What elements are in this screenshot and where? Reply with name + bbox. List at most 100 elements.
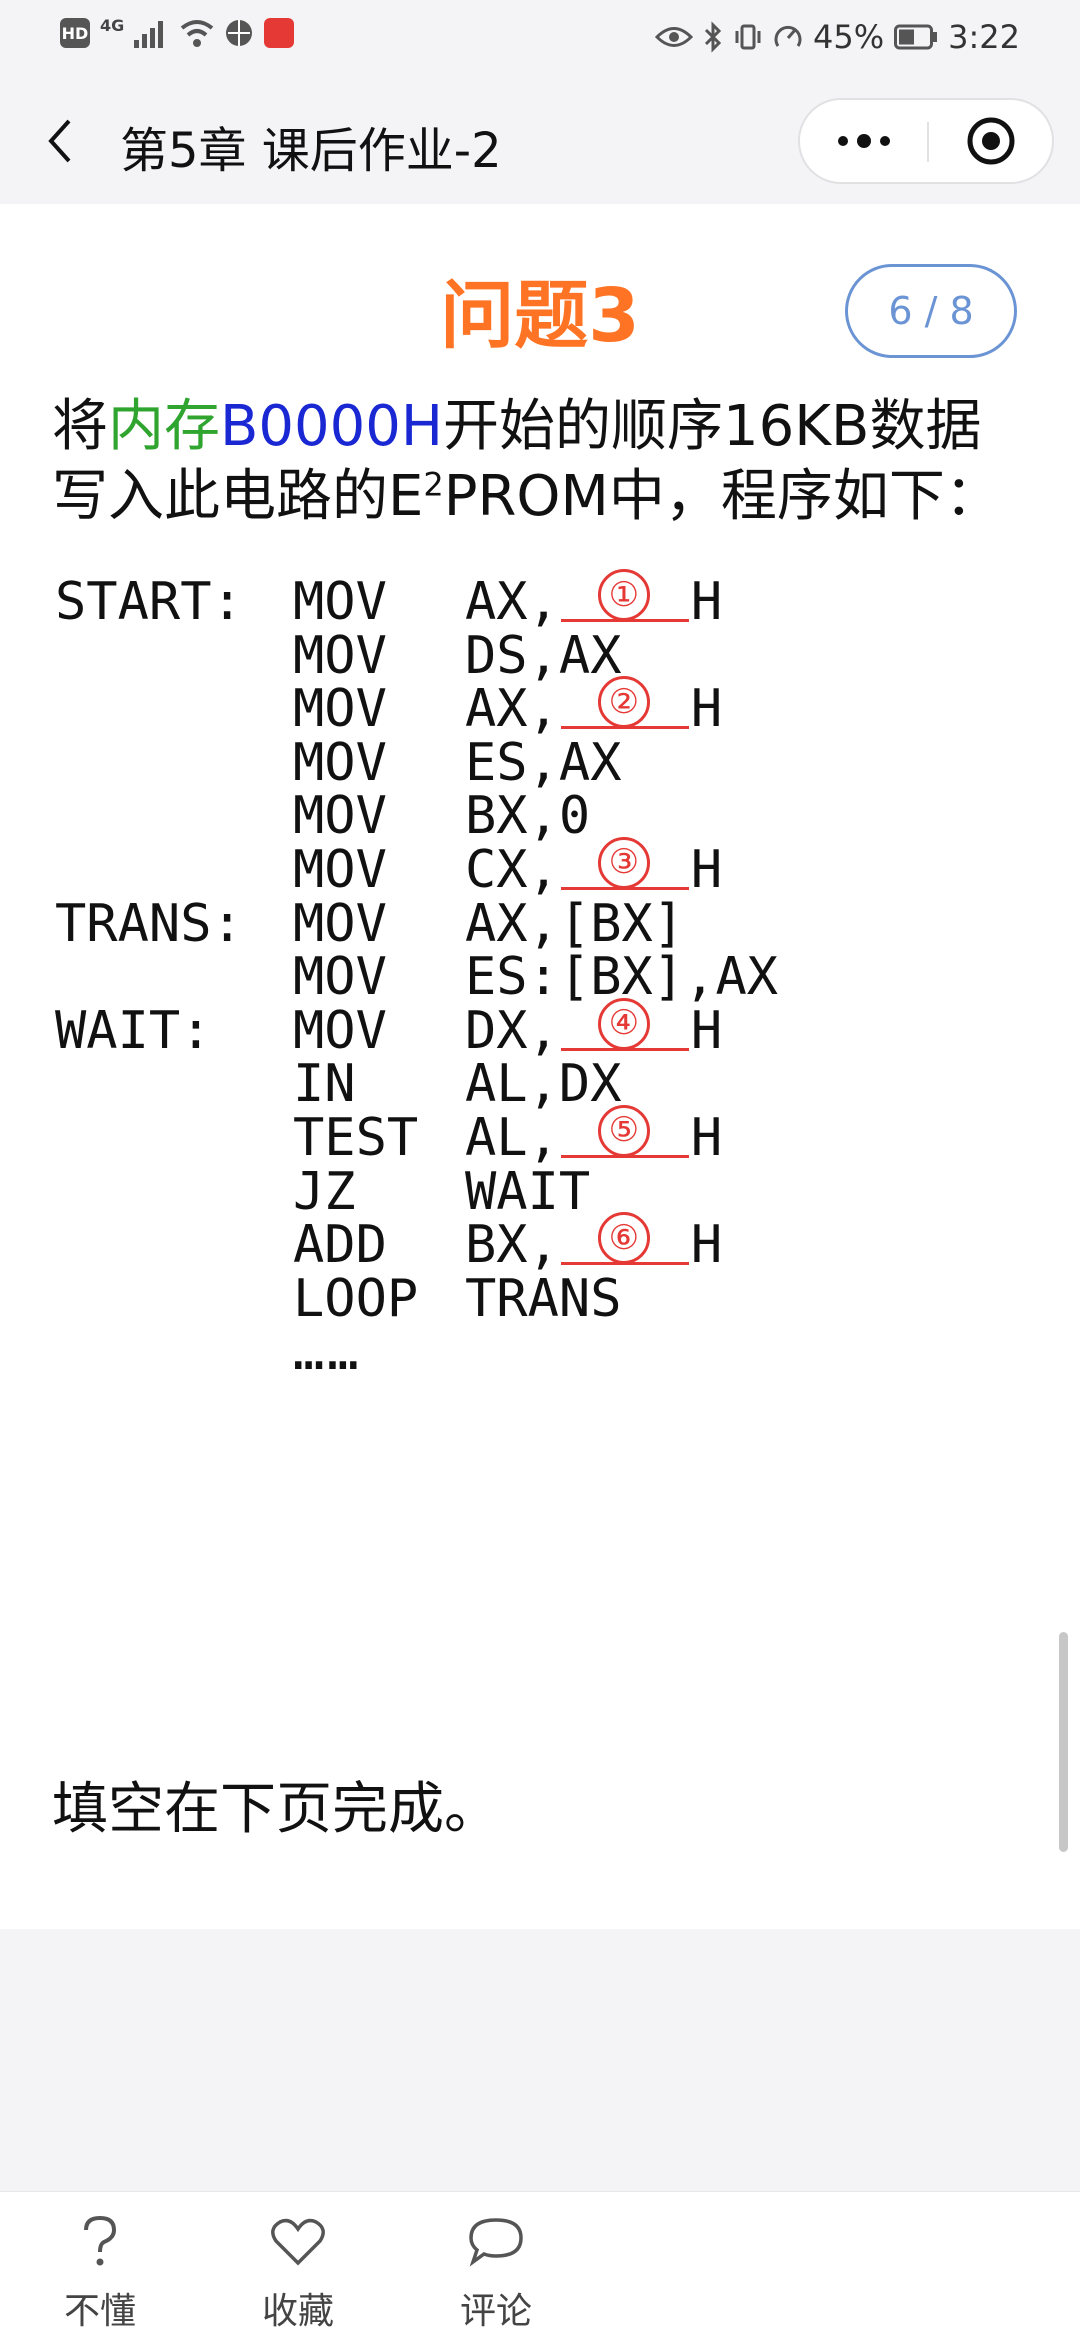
blank-number: ② (597, 676, 650, 729)
code-opcode: MOV (293, 893, 387, 954)
code-label: START: (55, 572, 243, 632)
code-operand-text: AL, (465, 1107, 559, 1168)
code-opcode: MOV (293, 732, 387, 793)
code-operands: WAIT (465, 1161, 591, 1222)
fill-in-blank: ② (560, 676, 689, 730)
eye-icon (655, 27, 694, 47)
code-operands: AX,[BX] (465, 893, 685, 954)
blank-number: ① (597, 569, 650, 622)
bottom-action-bar: 不懂 收藏 评论 (0, 2191, 1080, 2341)
vpn-globe-icon (226, 20, 253, 46)
comment-button[interactable]: 评论 (436, 2212, 556, 2336)
code-operand-text: TRANS (465, 1268, 622, 1329)
code-operands: ES,AX (465, 736, 622, 791)
code-opcode: MOV (293, 625, 387, 686)
data-saver-icon (774, 25, 802, 47)
code-opcode: MOV (293, 1000, 387, 1061)
dont-understand-button[interactable]: 不懂 (40, 2212, 160, 2336)
question-line-1: 将内存B0000H开始的顺序16KB数据 (52, 394, 982, 459)
vibrate-icon (735, 24, 761, 50)
page-indicator: 6 / 8 (845, 264, 1017, 358)
mini-program-capsule (798, 98, 1054, 184)
question-line-2: 写入此电路的E2PROM中，程序如下： (52, 464, 1001, 529)
code-operands: BX, ⑥ H (465, 1212, 723, 1276)
empty-area (0, 1929, 1080, 2191)
code-operands: AL, ⑤ H (465, 1105, 723, 1168)
code-operands: AL,DX (465, 1058, 622, 1112)
code-operand-text: DS,AX (465, 625, 622, 686)
favorite-button[interactable]: 收藏 (238, 2212, 358, 2336)
code-opcode: MOV (293, 947, 387, 1008)
code-operand-text: AL,DX (465, 1054, 622, 1115)
fill-in-blank: ⑤ (560, 1105, 689, 1159)
code-ellipsis: …… (293, 1322, 362, 1383)
blank-number: ⑥ (597, 1212, 650, 1265)
battery-percent: 45% (813, 18, 885, 56)
code-opcode: MOV (293, 572, 387, 632)
code-opcode: TEST (293, 1107, 419, 1168)
status-left: HD 4G (60, 16, 295, 48)
back-arrow-icon (48, 119, 71, 163)
favorite-label: 收藏 (261, 2291, 334, 2332)
question-card: 问题3 6 / 8 将内存B0000H开始的顺序16KB数据 写入此电路的E2P… (0, 204, 1080, 1929)
code-operands: BX,0 (465, 790, 590, 844)
fill-in-blank: ④ (560, 998, 689, 1052)
comment-label: 评论 (459, 2291, 532, 2332)
wifi-icon (181, 20, 214, 47)
close-mini-program-button[interactable] (929, 100, 1052, 182)
nav-bar: 第5章 课后作业-2 (0, 78, 1080, 204)
more-button[interactable] (800, 100, 927, 182)
code-opcode: MOV (293, 786, 387, 847)
more-dots-icon (837, 134, 890, 148)
code-operands: DX, ④ H (465, 998, 723, 1061)
page-title: 第5章 课后作业-2 (120, 123, 502, 179)
hd-icon: HD (60, 18, 90, 48)
code-label: WAIT: (55, 1000, 212, 1061)
back-button[interactable] (38, 111, 82, 171)
code-opcode: JZ (293, 1161, 356, 1222)
code-operand-text: AX, (465, 572, 559, 632)
code-suffix: H (690, 679, 723, 740)
code-suffix: H (690, 1000, 723, 1061)
heart-icon (268, 2212, 328, 2272)
code-operand-text: AX,[BX] (465, 893, 685, 954)
code-operand-text: CX, (465, 839, 559, 900)
battery-icon (894, 24, 938, 50)
code-opcode: MOV (293, 839, 387, 900)
code-opcode: IN (293, 1054, 356, 1115)
code-operand-text: DX, (465, 1000, 559, 1061)
fill-in-blank: ⑥ (560, 1212, 689, 1266)
dont-understand-label: 不懂 (63, 2291, 136, 2332)
code-operands: AX, ② H (465, 676, 723, 740)
code-operand-text: WAIT (465, 1161, 591, 1222)
status-right: 45% 3:22 (655, 18, 1020, 56)
blank-number: ⑤ (597, 1105, 650, 1158)
blank-number: ③ (597, 837, 650, 890)
code-suffix: H (690, 1107, 723, 1168)
code-operand-text: AX, (465, 679, 559, 740)
question-mark-icon (70, 2212, 130, 2272)
question-text: 将内存B0000H开始的顺序16KB数据 写入此电路的E2PROM中，程序如下： (52, 392, 1042, 532)
target-circle-icon (967, 117, 1014, 165)
blank-number: ④ (597, 998, 650, 1051)
status-bar: HD 4G 45% 3:22 (0, 0, 1080, 78)
scrollbar-thumb[interactable] (1059, 1632, 1068, 1852)
code-operands: AX, ① H (465, 569, 723, 632)
fill-in-blank: ③ (560, 837, 689, 891)
comment-bubble-icon (466, 2212, 526, 2272)
code-opcode: LOOP (293, 1268, 419, 1329)
bluetooth-icon (704, 21, 722, 53)
fill-in-blank: ① (560, 569, 689, 623)
code-label: TRANS: (55, 893, 243, 954)
network-type-label: 4G (100, 16, 125, 35)
clock: 3:22 (948, 18, 1020, 56)
code-operands: CX, ③ H (465, 837, 723, 900)
code-suffix: H (690, 839, 723, 900)
signal-icon (134, 21, 164, 48)
code-operand-text: BX, (465, 1215, 559, 1276)
code-operands: TRANS (465, 1268, 622, 1329)
code-suffix: H (690, 1215, 723, 1276)
code-opcode: ADD (293, 1215, 387, 1276)
code-suffix: H (690, 572, 723, 632)
code-opcode: MOV (293, 679, 387, 740)
